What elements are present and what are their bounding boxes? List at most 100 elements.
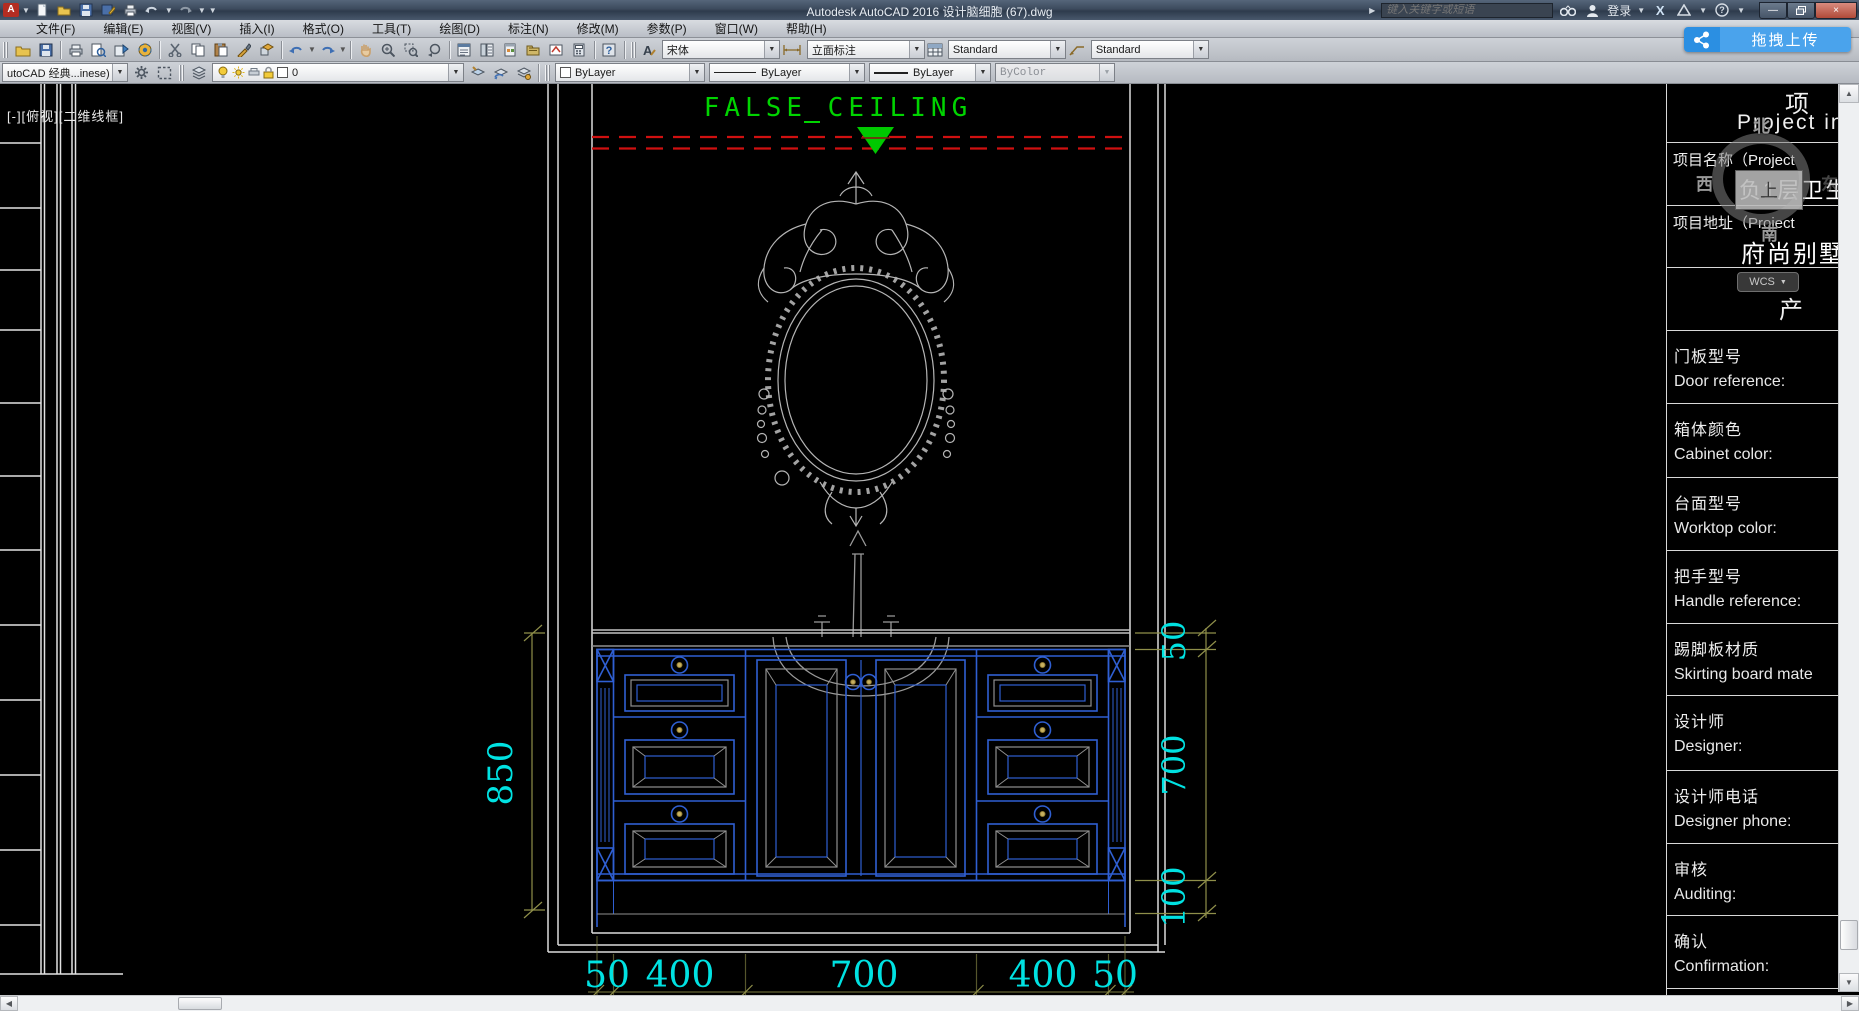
user-icon[interactable] — [1583, 2, 1601, 18]
zoom-realtime-button[interactable] — [378, 40, 399, 60]
layer-freeze-sun-icon[interactable] — [232, 66, 245, 79]
undo-button[interactable] — [143, 2, 162, 19]
dim-style-combo[interactable]: 立面标注▼ — [807, 40, 925, 59]
menu-help[interactable]: 帮助(H) — [772, 20, 841, 38]
lineweight-combo[interactable]: ByLayer▼ — [869, 63, 991, 82]
app-menu-caret[interactable]: ▼ — [22, 6, 30, 15]
3d-dwf-button[interactable] — [134, 40, 155, 60]
horizontal-scrollbar[interactable]: ◀ ▶ — [0, 995, 1859, 1011]
chevron-down-icon[interactable]: ▼ — [448, 64, 463, 81]
scroll-down-button[interactable]: ▼ — [1839, 973, 1859, 992]
scroll-right-button[interactable]: ▶ — [1841, 996, 1859, 1011]
a360-icon[interactable] — [1675, 2, 1693, 18]
object-color-combo[interactable]: ByLayer▼ — [555, 63, 705, 82]
chevron-down-icon[interactable]: ▼ — [909, 41, 924, 58]
save-as-button[interactable] — [99, 2, 118, 19]
menu-insert[interactable]: 插入(I) — [225, 20, 288, 38]
menu-edit[interactable]: 编辑(E) — [89, 20, 157, 38]
toolbar-grip[interactable] — [179, 65, 184, 81]
minimize-button[interactable]: — — [1759, 2, 1787, 19]
drag-upload-button[interactable]: 拖拽上传 — [1684, 27, 1851, 52]
help-button[interactable]: ? — [599, 40, 620, 60]
save-button[interactable] — [35, 40, 56, 60]
open-button[interactable] — [12, 40, 33, 60]
layer-properties-button[interactable] — [188, 63, 209, 83]
block-editor-button[interactable] — [256, 40, 277, 60]
text-style-combo[interactable]: 宋体▼ — [662, 40, 780, 59]
search-scope-caret[interactable]: ▶ — [1369, 6, 1375, 15]
qat-customize-caret[interactable]: ▼ — [209, 6, 217, 15]
layer-color-swatch[interactable] — [277, 67, 288, 78]
menu-dimension[interactable]: 标注(N) — [494, 20, 563, 38]
drawing-canvas[interactable]: FALSE CEILING — [0, 84, 1859, 995]
markup-button[interactable] — [546, 40, 567, 60]
layer-on-bulb-icon[interactable] — [217, 66, 229, 79]
linetype-combo[interactable]: ByLayer▼ — [709, 63, 865, 82]
table-style-combo[interactable]: Standard▼ — [948, 40, 1066, 59]
layer-states-button[interactable] — [513, 63, 534, 83]
app-icon[interactable]: A — [3, 3, 19, 17]
vertical-scroll-thumb[interactable] — [1840, 920, 1858, 950]
menu-tools[interactable]: 工具(T) — [358, 20, 425, 38]
paste-button[interactable] — [210, 40, 231, 60]
redo-caret[interactable]: ▼ — [339, 45, 347, 54]
close-button[interactable]: × — [1815, 2, 1857, 19]
match-properties-button[interactable] — [233, 40, 254, 60]
zoom-previous-button[interactable] — [424, 40, 445, 60]
viewport-controls[interactable]: [-][俯视][二维线框] — [7, 106, 124, 125]
quick-calc-button[interactable] — [569, 40, 590, 60]
cut-button[interactable] — [164, 40, 185, 60]
help-search-input[interactable] — [1381, 3, 1553, 18]
chevron-down-icon[interactable]: ▼ — [1050, 41, 1065, 58]
viewcube-wcs-menu[interactable]: WCS ▼ — [1737, 272, 1799, 292]
chevron-down-icon[interactable]: ▼ — [975, 64, 990, 81]
toolbar-grip[interactable] — [3, 42, 8, 58]
design-center-button[interactable] — [477, 40, 498, 60]
help-caret[interactable]: ▼ — [1737, 6, 1745, 15]
horizontal-scroll-thumb[interactable] — [178, 997, 222, 1010]
help-icon[interactable]: ? — [1713, 2, 1731, 18]
sheet-set-manager-button[interactable] — [523, 40, 544, 60]
layer-previous-button[interactable] — [490, 63, 511, 83]
plot-preview-button[interactable] — [88, 40, 109, 60]
menu-draw[interactable]: 绘图(D) — [425, 20, 494, 38]
chevron-down-icon[interactable]: ▼ — [689, 64, 704, 81]
menu-modify[interactable]: 修改(M) — [563, 20, 633, 38]
exchange-apps-icon[interactable]: X — [1651, 2, 1669, 18]
tool-palettes-button[interactable] — [500, 40, 521, 60]
chevron-down-icon[interactable]: ▼ — [764, 41, 779, 58]
viewport-frame-button[interactable] — [154, 63, 175, 83]
menu-window[interactable]: 窗口(W) — [701, 20, 772, 38]
scroll-up-button[interactable]: ▲ — [1839, 84, 1859, 103]
toolbar-grip[interactable] — [545, 65, 550, 81]
redo-button[interactable] — [317, 40, 338, 60]
menu-parametric[interactable]: 参数(P) — [633, 20, 701, 38]
chevron-down-icon[interactable]: ▼ — [849, 64, 864, 81]
chevron-down-icon[interactable]: ▼ — [1193, 41, 1208, 58]
make-object-layer-current-button[interactable] — [467, 63, 488, 83]
plot-button[interactable] — [65, 40, 86, 60]
menu-file[interactable]: 文件(F) — [22, 20, 89, 38]
signin-link[interactable]: 登录 — [1607, 2, 1631, 19]
redo-caret[interactable]: ▼ — [198, 6, 206, 15]
chevron-down-icon[interactable]: ▼ — [112, 64, 127, 81]
search-binoculars-icon[interactable] — [1559, 2, 1577, 18]
signin-caret[interactable]: ▼ — [1637, 6, 1645, 15]
restore-button[interactable] — [1787, 2, 1815, 19]
layer-combo[interactable]: 0 ▼ — [212, 63, 464, 82]
new-button[interactable] — [33, 2, 52, 19]
properties-palette-button[interactable] — [454, 40, 475, 60]
copy-button[interactable] — [187, 40, 208, 60]
zoom-window-button[interactable] — [401, 40, 422, 60]
undo-button[interactable] — [286, 40, 307, 60]
a360-caret[interactable]: ▼ — [1699, 6, 1707, 15]
undo-caret[interactable]: ▼ — [165, 6, 173, 15]
plot-button[interactable] — [121, 2, 140, 19]
menu-view[interactable]: 视图(V) — [157, 20, 225, 38]
layer-lock-icon[interactable] — [263, 66, 274, 79]
pan-button[interactable] — [355, 40, 376, 60]
scroll-left-button[interactable]: ◀ — [0, 996, 18, 1011]
save-button[interactable] — [77, 2, 96, 19]
redo-button[interactable] — [176, 2, 195, 19]
toolbar-grip[interactable] — [631, 42, 636, 58]
